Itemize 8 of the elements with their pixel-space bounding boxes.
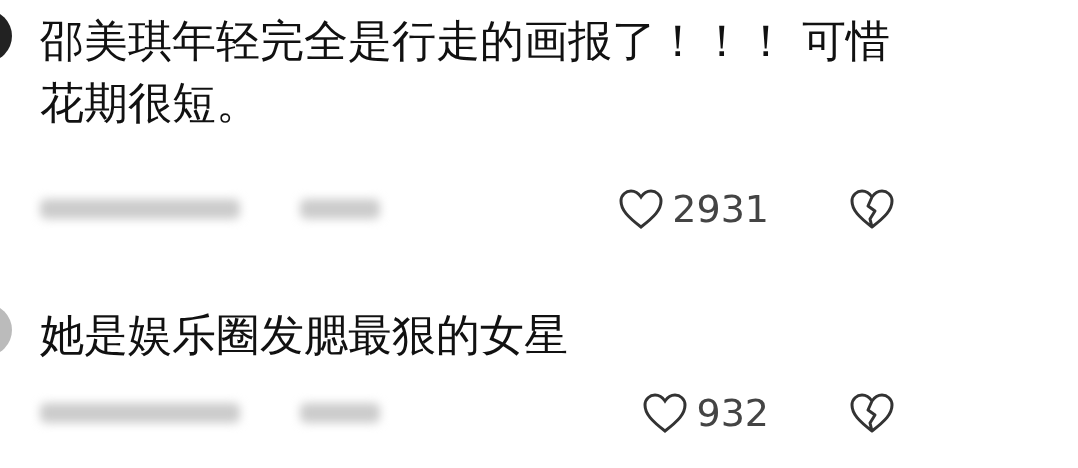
comment-text: 她是娱乐圈发腮最狠的女星 — [40, 308, 569, 362]
heart-icon[interactable] — [642, 392, 689, 434]
heart-icon[interactable] — [618, 188, 665, 230]
like-count: 2931 — [672, 187, 769, 231]
broken-heart-icon[interactable] — [849, 392, 895, 434]
broken-heart-icon[interactable] — [849, 188, 895, 230]
comment-text: 邵美琪年轻完全是行走的画报了！！！ 可惜花期很短。 — [40, 14, 890, 130]
like-count: 932 — [696, 391, 769, 435]
